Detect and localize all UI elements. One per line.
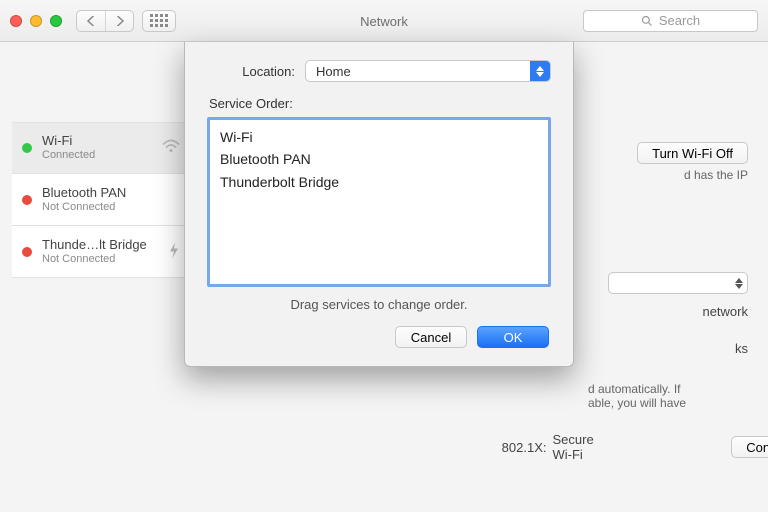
- traffic-lights: [10, 15, 62, 27]
- drag-hint: Drag services to change order.: [207, 297, 551, 312]
- sidebar-item-thunderbolt-bridge[interactable]: Thunde…lt Bridge Not Connected: [12, 226, 184, 278]
- sidebar-item-status: Not Connected: [42, 253, 147, 267]
- search-input[interactable]: Search: [583, 10, 758, 32]
- row-8021x-value: Secure Wi-Fi: [553, 432, 612, 462]
- auto-join-text: d automatically. If able, you will have: [588, 382, 748, 410]
- popup-arrows-icon: [530, 61, 550, 81]
- sidebar-item-status: Not Connected: [42, 201, 126, 215]
- service-sidebar: Wi-Fi Connected Bluetooth PAN Not Connec…: [12, 122, 184, 512]
- service-order-sheet: Location: Home Service Order: Wi-Fi Blue…: [184, 42, 574, 367]
- row-8021x: 802.1X: Secure Wi-Fi Connect: [484, 432, 768, 462]
- location-select[interactable]: Home: [305, 60, 551, 82]
- search-placeholder: Search: [659, 13, 700, 28]
- grid-icon: [150, 14, 168, 27]
- network-name-row: network ks: [608, 272, 748, 356]
- wifi-icon: [162, 140, 180, 157]
- status-dot-icon: [22, 143, 32, 153]
- back-button[interactable]: [77, 11, 105, 31]
- wifi-ip-hint: d has the IP: [684, 168, 748, 182]
- network-name-select[interactable]: [608, 272, 748, 294]
- location-label: Location:: [207, 64, 295, 79]
- list-item[interactable]: Bluetooth PAN: [220, 148, 538, 170]
- toolbar: Network Search: [0, 0, 768, 42]
- thunderbolt-icon: [168, 242, 180, 261]
- status-dot-icon: [22, 195, 32, 205]
- sidebar-item-bluetooth-pan[interactable]: Bluetooth PAN Not Connected: [12, 174, 184, 226]
- row-8021x-label: 802.1X:: [484, 440, 547, 455]
- turn-wifi-off-button[interactable]: Turn Wi-Fi Off: [637, 142, 748, 164]
- search-icon: [641, 15, 653, 27]
- sidebar-item-status: Connected: [42, 149, 95, 163]
- chevron-down-icon: [735, 284, 743, 289]
- close-icon[interactable]: [10, 15, 22, 27]
- service-order-label: Service Order:: [209, 96, 551, 111]
- show-all-button[interactable]: [142, 10, 176, 32]
- sidebar-item-label: Wi-Fi: [42, 133, 95, 149]
- forward-button[interactable]: [105, 11, 133, 31]
- cancel-button[interactable]: Cancel: [395, 326, 467, 348]
- list-item[interactable]: Thunderbolt Bridge: [220, 171, 538, 193]
- service-order-list[interactable]: Wi-Fi Bluetooth PAN Thunderbolt Bridge: [207, 117, 551, 287]
- sidebar-item-label: Thunde…lt Bridge: [42, 237, 147, 253]
- sidebar-item-label: Bluetooth PAN: [42, 185, 126, 201]
- network-label: network: [608, 304, 748, 319]
- connect-button[interactable]: Connect: [731, 436, 768, 458]
- list-item[interactable]: Wi-Fi: [220, 126, 538, 148]
- status-dot-icon: [22, 247, 32, 257]
- zoom-icon[interactable]: [50, 15, 62, 27]
- minimize-icon[interactable]: [30, 15, 42, 27]
- ok-button[interactable]: OK: [477, 326, 549, 348]
- location-value: Home: [316, 64, 351, 79]
- sidebar-item-wifi[interactable]: Wi-Fi Connected: [12, 122, 184, 174]
- chevron-up-icon: [735, 278, 743, 283]
- nav-segment: [76, 10, 134, 32]
- ks-label: ks: [608, 341, 748, 356]
